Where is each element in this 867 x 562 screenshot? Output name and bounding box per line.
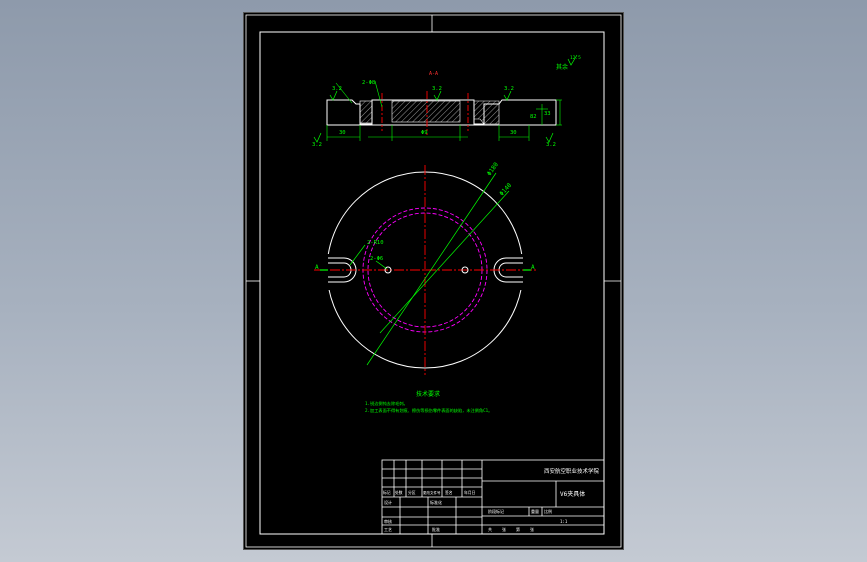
tb-rev-h1: 处数 (395, 490, 403, 495)
tb-stage-h2: 比例 (544, 508, 552, 514)
tb-sheet-1: 张 (502, 526, 506, 532)
notes-heading: 技术要求 (416, 390, 440, 398)
tb-rev-h2: 分区 (408, 490, 416, 495)
cad-viewport[interactable]: A-A 其余 12.5 3.2 3.2 3.2 3.2 3.2 2-Φ8 30 … (0, 0, 867, 562)
tb-role-design: 设计 (384, 499, 392, 505)
plan-slot-note: 2-R10 (367, 240, 384, 246)
tb-role-process: 工艺 (384, 527, 392, 532)
note-line-1: 1.锐边倒钝去除毛刺。 (365, 400, 408, 407)
dim-height-b: 33 (544, 111, 551, 117)
tb-stage-h0: 阶段标记 (488, 508, 504, 514)
roughness-1: 3.2 (332, 86, 342, 92)
tb-part-name: V6夹具体 (560, 490, 585, 498)
drawing-sheet: A-A 其余 12.5 3.2 3.2 3.2 3.2 3.2 2-Φ8 30 … (244, 13, 623, 549)
outer-border (245, 14, 622, 548)
section-mark-right: A (531, 264, 535, 271)
tb-rev-h4: 签名 (445, 490, 453, 495)
tb-sheet-3: 张 (530, 526, 534, 532)
technical-notes: 技术要求 1.锐边倒钝去除毛刺。 2.加工表面不得有划痕、擦伤等损伤零件表面的缺… (365, 390, 492, 414)
dia-outer-label: Φ180 (486, 161, 500, 177)
hatch-center (391, 100, 461, 123)
hatch-right (473, 100, 500, 125)
centering-marks (246, 15, 621, 547)
note-line-2: 2.加工表面不得有划痕、擦伤等损伤零件表面的缺陷，未注倒角C1。 (365, 407, 492, 414)
tb-rev-h3: 更改文件号 (423, 490, 441, 495)
section-view: A-A 其余 12.5 3.2 3.2 3.2 3.2 3.2 2-Φ8 30 … (312, 54, 581, 148)
section-mark-left: A (315, 264, 319, 271)
tb-rev-h5: 年月日 (464, 490, 476, 495)
tb-stage-h1: 重量 (531, 508, 539, 514)
tb-sheet-0: 共 (488, 526, 492, 532)
roughness-2: 3.2 (432, 86, 442, 92)
plan-view: 2-R10 2-Φ6 Φ180 Φ140 A A (314, 161, 536, 375)
title-block: 西安航空职业技术学院 V6夹具体 标记 处数 分区 更改文件号 签名 年月日 设… (381, 459, 605, 535)
dim-right-width: 30 (510, 130, 517, 136)
section-label: A-A (429, 71, 438, 77)
section-hole-note: 2-Φ8 (362, 80, 375, 86)
tb-scale: 1:1 (560, 519, 568, 524)
roughness-5: 3.2 (546, 142, 556, 148)
plan-hole-note: 2-Φ6 (370, 256, 383, 262)
dim-center-width: Φ9 (421, 130, 428, 136)
drawing-canvas: A-A 其余 12.5 3.2 3.2 3.2 3.2 3.2 2-Φ8 30 … (245, 14, 622, 548)
hatch-left (359, 100, 373, 124)
tb-rev-h0: 标记 (383, 490, 391, 495)
leader-dia-inner (379, 190, 510, 334)
tb-institution: 西安航空职业技术学院 (544, 467, 600, 475)
tb-std-label: 标准化 (430, 499, 442, 505)
roughness-4: 3.2 (312, 142, 322, 148)
dim-height-a: 82 (530, 114, 537, 120)
tb-approve-label: 批准 (432, 526, 440, 532)
leader-dia-outer (366, 172, 497, 366)
roughness-3: 3.2 (504, 86, 514, 92)
tb-sheet-2: 第 (516, 526, 520, 532)
surface-finish-text: 其余 (556, 63, 568, 71)
roughness-general: 12.5 (570, 55, 581, 61)
dim-left-width: 30 (339, 130, 346, 136)
surface-finish-note: 其余 12.5 (556, 54, 581, 71)
tb-role-review: 审核 (384, 518, 392, 524)
